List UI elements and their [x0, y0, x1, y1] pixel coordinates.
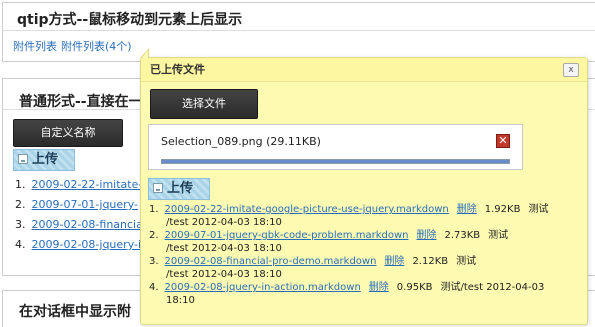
upload-icon: [18, 154, 28, 164]
file-size: 2.73KB: [444, 230, 481, 241]
list-item: 3. 2009-02-08-financial-pro-demo.markdown…: [149, 255, 567, 281]
upload-label: 上传: [32, 152, 59, 167]
file-path-time: /test 2012-04-03 18:10: [166, 217, 282, 228]
qtip-section: qtip方式--鼠标移动到元素上后显示 附件列表 附件列表(4个): [2, 2, 595, 62]
upload-label: 上传: [167, 181, 194, 196]
select-file-button[interactable]: 选择文件: [150, 89, 258, 119]
list-item: 4. 2009-02-08-jquery-in-action.markdown 删除…: [149, 281, 567, 307]
list-item: 1. 2009-02-22-imitate-: [15, 178, 143, 191]
file-size: 2.12KB: [412, 256, 449, 267]
file-link[interactable]: 2009-07-01-jquery-: [32, 198, 138, 211]
list-item: 4. 2009-02-08-jquery-i: [15, 238, 142, 251]
file-path-time: 18:10: [166, 295, 195, 306]
upload-button[interactable]: 上传: [148, 178, 210, 200]
file-owner: 测试: [528, 204, 549, 215]
attachment-links: 附件列表 附件列表(4个): [13, 38, 132, 54]
file-link[interactable]: 2009-02-08-jquery-in-action.markdown: [165, 282, 361, 293]
delete-link[interactable]: 删除: [416, 230, 436, 241]
delete-link[interactable]: 删除: [369, 282, 389, 293]
delete-link[interactable]: 删除: [384, 256, 404, 267]
divider: [3, 30, 595, 31]
upload-icon: [153, 183, 163, 193]
close-button[interactable]: x: [563, 63, 579, 77]
uploaded-file-list: 1. 2009-02-22-imitate-google-picture-use-…: [149, 203, 567, 307]
list-item: 1. 2009-02-22-imitate-google-picture-use-…: [149, 203, 567, 229]
remove-file-icon[interactable]: ✕: [496, 134, 510, 148]
attachment-list-link[interactable]: 附件列表: [13, 40, 57, 53]
attachment-list-count-link[interactable]: 附件列表(4个): [61, 40, 132, 53]
section-title: qtip方式--鼠标移动到元素上后显示: [17, 12, 243, 28]
uploaded-files-tooltip: 已上传文件 x 选择文件 Selection_089.png (29.11KB)…: [140, 48, 588, 325]
file-link[interactable]: 2009-02-08-financial-pro-demo.markdown: [165, 256, 377, 267]
file-path-time: /test 2012-04-03 18:10: [166, 269, 282, 280]
list-item: 2. 2009-07-01-jquery-: [15, 198, 138, 211]
upload-queue-item: Selection_089.png (29.11KB) ✕: [148, 124, 523, 170]
tooltip-title: 已上传文件: [141, 58, 587, 82]
list-item: 2. 2009-07-01-jquery-gbk-code-problem.mar…: [149, 229, 567, 255]
file-link[interactable]: 2009-02-08-jquery-i: [32, 238, 142, 251]
file-size: 0.95KB: [396, 282, 433, 293]
file-owner: 测试/test 2012-04-03: [440, 282, 545, 293]
file-link[interactable]: 2009-02-22-imitate-: [32, 178, 143, 191]
delete-link[interactable]: 删除: [457, 204, 477, 215]
file-link[interactable]: 2009-02-08-financia: [32, 218, 143, 231]
file-owner: 测试: [488, 230, 509, 241]
progress-fill: [162, 160, 509, 163]
custom-name-button[interactable]: 自定义名称: [13, 119, 123, 147]
upload-progress-bar: [161, 159, 510, 164]
queued-file-name: Selection_089.png (29.11KB): [161, 135, 321, 148]
list-item: 3. 2009-02-08-financia: [15, 218, 143, 231]
file-link[interactable]: 2009-02-22-imitate-google-picture-use-jq…: [165, 204, 449, 215]
file-owner: 测试: [456, 256, 477, 267]
file-size: 1.92KB: [484, 204, 521, 215]
file-path-time: /test 2012-04-03 18:10: [166, 243, 282, 254]
upload-button[interactable]: 上传: [13, 149, 75, 171]
section-title: 在对话框中显示附: [19, 304, 131, 320]
section-title: 普通形式--直接在一: [19, 94, 143, 110]
file-link[interactable]: 2009-07-01-jquery-gbk-code-problem.markd…: [165, 230, 409, 241]
attachment-list: 1. 2009-02-22-imitate- 2. 2009-07-01-jquer…: [15, 175, 143, 255]
